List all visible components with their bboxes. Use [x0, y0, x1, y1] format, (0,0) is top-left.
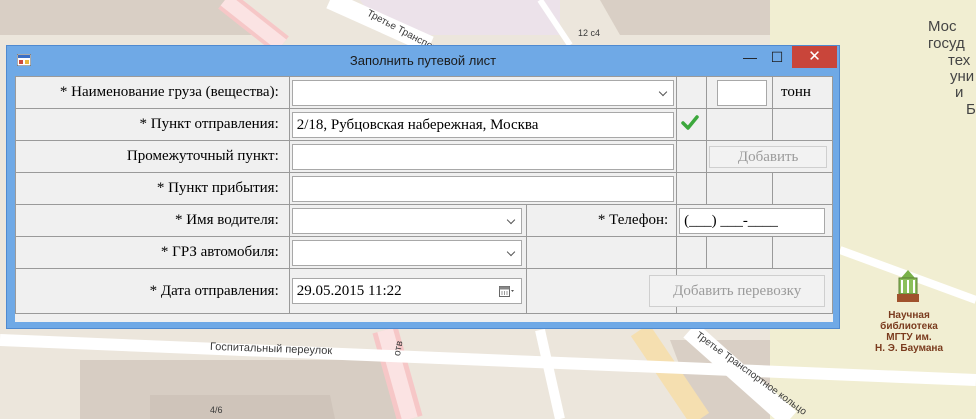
departure-label: * Пункт отправления:	[15, 108, 290, 141]
quantity-input[interactable]	[717, 80, 768, 106]
driver-cell	[290, 205, 526, 236]
building-number-bottom: 4/6	[210, 405, 223, 415]
driver-label: * Имя водителя:	[15, 204, 290, 237]
library-label: Научная библиотека МГТУ им. Н. Э. Бауман…	[864, 310, 954, 354]
plate-select[interactable]	[291, 240, 522, 266]
building-number: 12 с4	[578, 28, 601, 38]
library-icon	[897, 270, 919, 302]
phone-label: * Телефон:	[525, 205, 676, 236]
date-cell: 29.05.2015 11:22	[290, 269, 526, 313]
title-bar[interactable]: Заполнить путевой лист — ☐ ✕	[7, 46, 839, 75]
date-label: * Дата отправления:	[15, 268, 290, 314]
checkmark-icon	[681, 115, 699, 130]
minimize-button[interactable]: —	[737, 46, 763, 68]
map-text-line: тех	[948, 52, 971, 69]
waybill-dialog: Заполнить путевой лист — ☐ ✕ * Наименова…	[6, 45, 840, 329]
maximize-button[interactable]: ☐	[764, 46, 790, 68]
library-label-line: Научная	[888, 310, 930, 321]
add-waypoint-button[interactable]: Добавить	[709, 146, 828, 168]
phone-input[interactable]: (___) ___-____	[679, 208, 826, 234]
cargo-select[interactable]	[291, 80, 674, 106]
form-area: * Наименование груза (вещества): тонн * …	[15, 76, 833, 322]
quantity-unit-label: тонн	[772, 76, 833, 109]
driver-select[interactable]	[291, 208, 522, 234]
date-value: 29.05.2015 11:22	[296, 283, 402, 299]
map-text-line: и	[955, 84, 964, 101]
cargo-label: * Наименование груза (вещества):	[15, 76, 290, 109]
departure-input[interactable]: 2/18, Рубцовская набережная, Москва	[291, 112, 674, 138]
window-title: Заполнить путевой лист	[349, 53, 497, 68]
calendar-icon[interactable]	[498, 285, 515, 298]
intermediate-input[interactable]	[291, 144, 674, 170]
close-button[interactable]: ✕	[792, 46, 837, 68]
form-grid: * Наименование груза (вещества): тонн * …	[15, 76, 833, 314]
library-label-line: Н. Э. Баумана	[874, 343, 944, 354]
library-label-line: МГТУ им.	[886, 332, 932, 343]
plate-label: * ГРЗ автомобиля:	[15, 236, 290, 269]
empty-cell	[525, 237, 676, 268]
add-trip-button[interactable]: Добавить перевозку	[649, 275, 826, 307]
library-label-line: библиотека	[880, 321, 938, 332]
map-text-line: Мос	[928, 18, 957, 35]
intermediate-label: Промежуточный пункт:	[15, 140, 290, 173]
date-picker[interactable]: 29.05.2015 11:22	[291, 278, 522, 304]
map-text-line: Б	[966, 101, 976, 118]
arrival-input[interactable]	[291, 176, 674, 202]
plate-cell	[290, 237, 526, 268]
map-text-line: госуд	[928, 35, 965, 52]
arrival-label: * Пункт прибытия:	[15, 172, 290, 205]
map-text-line: уни	[950, 68, 975, 85]
